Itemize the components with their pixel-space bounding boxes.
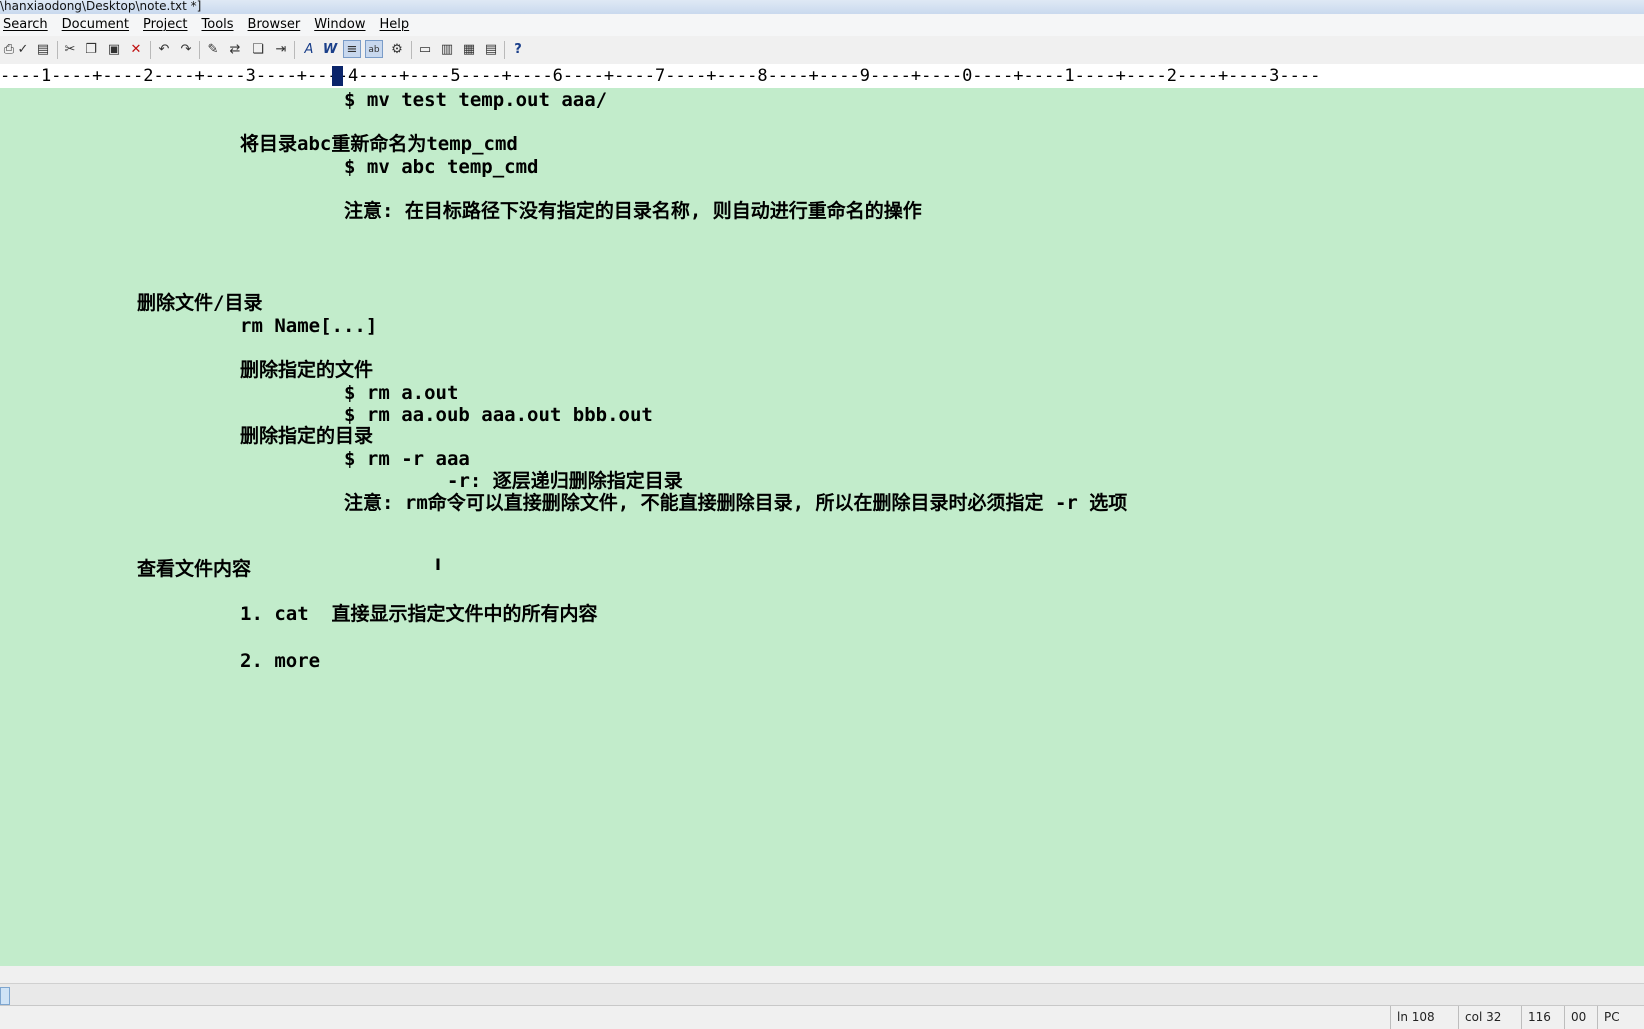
toolbar-separator: [150, 41, 151, 59]
menu-project[interactable]: Project: [143, 14, 187, 36]
status-format: PC: [1597, 1006, 1642, 1029]
status-mode: 00: [1564, 1006, 1596, 1029]
wordwrap-icon[interactable]: W: [321, 41, 339, 59]
spellcheck-icon[interactable]: ✓: [14, 41, 32, 59]
text-editor[interactable]: $ mv test temp.out aaa/ 将目录abc重新命名为temp_…: [0, 88, 1644, 966]
cut-icon[interactable]: ✂: [61, 41, 79, 59]
menu-search[interactable]: Search: [3, 14, 48, 36]
editor-line: 注意: 在目标路径下没有指定的目录名称, 则自动进行重命名的操作: [344, 200, 922, 222]
status-line: ln 108: [1390, 1006, 1452, 1029]
column-mode-icon[interactable]: ≡: [343, 40, 361, 58]
delete-icon[interactable]: ✕: [127, 41, 145, 59]
editor-line: 注意: rm命令可以直接删除文件, 不能直接删除目录, 所以在删除目录时必须指定…: [344, 492, 1128, 514]
ruler-cursor-marker: [332, 66, 343, 86]
editor-line: $ rm a.out: [344, 382, 459, 404]
editor-line: $ rm -r aaa: [344, 448, 470, 470]
scrollbar-thumb[interactable]: [0, 987, 10, 1005]
toolbar-separator: [294, 41, 295, 59]
replace-icon[interactable]: ⇄: [226, 41, 244, 59]
editor-line: 2. more: [240, 650, 321, 672]
toolbar-separator: [411, 41, 412, 59]
status-bar: ln 108 col 32 116 00 PC: [0, 1005, 1644, 1029]
window1-icon[interactable]: ▭: [416, 41, 434, 59]
redo-icon[interactable]: ↷: [177, 41, 195, 59]
menu-browser[interactable]: Browser: [248, 14, 301, 36]
editor-line: $ mv test temp.out aaa/: [344, 89, 608, 111]
window3-icon[interactable]: ▦: [460, 41, 478, 59]
context-help-icon[interactable]: ?: [509, 41, 527, 59]
toolbar-separator: [504, 41, 505, 59]
menu-window[interactable]: Window: [314, 14, 365, 36]
menu-bar: Search Document Project Tools Browser Window H…: [0, 14, 1644, 36]
toolbar-separator: [57, 41, 58, 59]
window2-icon[interactable]: ▥: [438, 41, 456, 59]
horizontal-scrollbar[interactable]: [0, 983, 1644, 1006]
column-ruler[interactable]: ----1----+----2----+----3----+----4----+…: [0, 64, 1644, 88]
text-cursor-ibeam: I: [435, 555, 441, 574]
marker-icon[interactable]: ✎: [204, 41, 222, 59]
window-title: \hanxiaodong\Desktop\note.txt *]: [0, 0, 1644, 14]
editor-line: 查看文件内容: [137, 558, 252, 580]
editor-line: 将目录abc重新命名为temp_cmd: [240, 133, 518, 155]
editor-line: 删除指定的文件: [240, 359, 374, 381]
window4-icon[interactable]: ▤: [482, 41, 500, 59]
editor-line: rm Name[...]: [240, 315, 378, 337]
menu-tools[interactable]: Tools: [202, 14, 234, 36]
editor-line: 删除文件/目录: [137, 292, 263, 314]
toolbar: ⎙ ✓ ▤ ✂ ❐ ▣ ✕ ↶ ↷ ✎ ⇄ ❏ ⇥ A W ≡ ab ⚙ ▭ ▥…: [0, 36, 1644, 65]
page-icon[interactable]: ▤: [34, 41, 52, 59]
editor-line: -r: 逐层递归删除指定目录: [447, 470, 683, 492]
status-chars: 116: [1521, 1006, 1558, 1029]
indent-icon[interactable]: ⇥: [272, 41, 290, 59]
paste-icon[interactable]: ▣: [105, 41, 123, 59]
editor-line: $ mv abc temp_cmd: [344, 156, 539, 178]
editor-line: 删除指定的目录: [240, 425, 374, 447]
toolbar-separator: [199, 41, 200, 59]
abc-icon[interactable]: ab: [365, 40, 383, 58]
undo-icon[interactable]: ↶: [155, 41, 173, 59]
editor-line: 1. cat 直接显示指定文件中的所有内容: [240, 603, 598, 625]
copy-doc-icon[interactable]: ❏: [249, 41, 267, 59]
copy-icon[interactable]: ❐: [82, 41, 100, 59]
settings-icon[interactable]: ⚙: [388, 41, 406, 59]
font-icon[interactable]: A: [300, 41, 318, 59]
editor-line: $ rm aa.oub aaa.out bbb.out: [344, 404, 653, 426]
status-column: col 32: [1458, 1006, 1525, 1029]
menu-document[interactable]: Document: [62, 14, 129, 36]
menu-help[interactable]: Help: [380, 14, 410, 36]
